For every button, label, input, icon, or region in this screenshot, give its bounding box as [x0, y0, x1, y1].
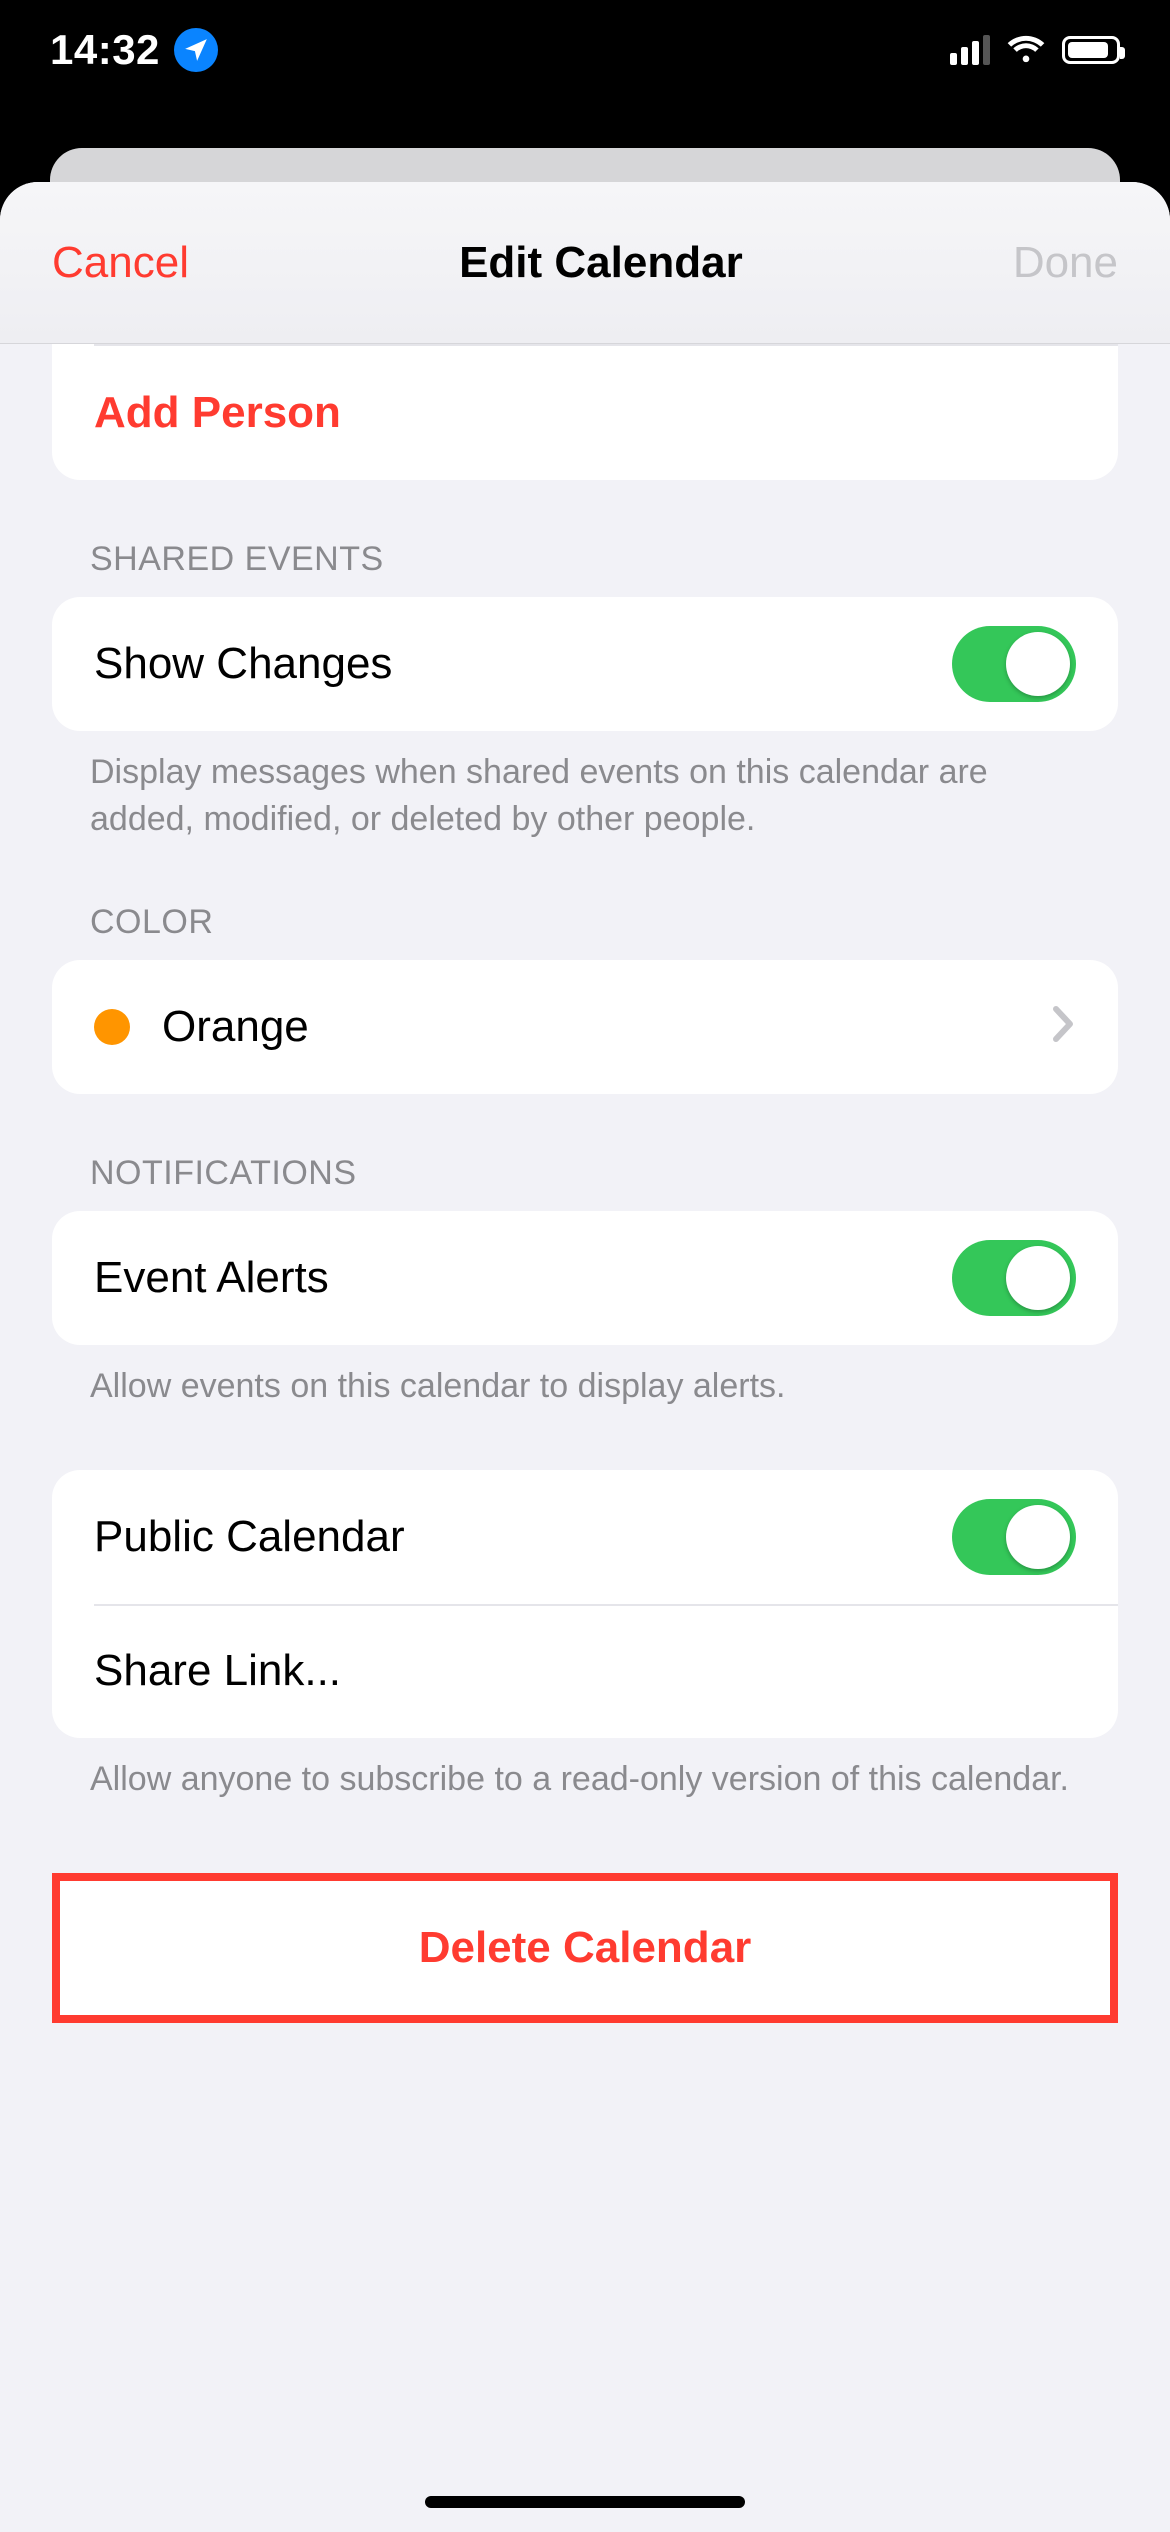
modal-content[interactable]: Add Person SHARED EVENTS Show Changes Di… — [0, 344, 1170, 2532]
battery-icon — [1062, 36, 1120, 64]
shared-events-header: SHARED EVENTS — [90, 540, 1118, 579]
event-alerts-label: Event Alerts — [94, 1253, 329, 1303]
show-changes-label: Show Changes — [94, 639, 392, 689]
delete-group: Delete Calendar — [60, 1881, 1110, 2015]
public-calendar-group: Public Calendar Share Link... — [52, 1470, 1118, 1738]
cellular-signal-icon — [950, 35, 990, 65]
status-time: 14:32 — [50, 26, 160, 74]
public-calendar-footer: Allow anyone to subscribe to a read-only… — [90, 1756, 1080, 1803]
delete-calendar-label: Delete Calendar — [419, 1923, 752, 1973]
add-person-row[interactable]: Add Person — [52, 346, 1118, 480]
color-dot-icon — [94, 1009, 130, 1045]
cancel-button[interactable]: Cancel — [52, 238, 189, 288]
public-calendar-toggle[interactable] — [952, 1499, 1076, 1575]
event-alerts-row[interactable]: Event Alerts — [52, 1211, 1118, 1345]
delete-calendar-row[interactable]: Delete Calendar — [60, 1881, 1110, 2015]
event-alerts-toggle[interactable] — [952, 1240, 1076, 1316]
status-right — [950, 33, 1120, 68]
shared-events-group: Show Changes — [52, 597, 1118, 731]
done-button[interactable]: Done — [1013, 238, 1118, 288]
share-link-label: Share Link... — [94, 1646, 341, 1696]
modal-header: Cancel Edit Calendar Done — [0, 182, 1170, 344]
share-link-row[interactable]: Share Link... — [52, 1604, 1118, 1738]
delete-highlight-box: Delete Calendar — [52, 1873, 1118, 2023]
status-left: 14:32 — [50, 26, 218, 74]
status-bar: 14:32 — [0, 0, 1170, 100]
notifications-group: Event Alerts — [52, 1211, 1118, 1345]
color-row[interactable]: Orange — [52, 960, 1118, 1094]
chevron-right-icon — [1052, 1005, 1076, 1048]
modal-title: Edit Calendar — [459, 238, 743, 288]
location-services-icon — [174, 28, 218, 72]
color-group: Orange — [52, 960, 1118, 1094]
public-calendar-label: Public Calendar — [94, 1512, 405, 1562]
color-header: COLOR — [90, 903, 1118, 942]
color-name: Orange — [162, 1002, 309, 1052]
add-person-label: Add Person — [94, 388, 341, 438]
home-indicator[interactable] — [425, 2496, 745, 2508]
notifications-header: NOTIFICATIONS — [90, 1154, 1118, 1193]
shared-events-footer: Display messages when shared events on t… — [90, 749, 1080, 843]
public-calendar-row[interactable]: Public Calendar — [52, 1470, 1118, 1604]
wifi-icon — [1006, 33, 1046, 68]
edit-calendar-modal: Cancel Edit Calendar Done Add Person SHA… — [0, 182, 1170, 2532]
shared-with-group: Add Person — [52, 344, 1118, 480]
show-changes-toggle[interactable] — [952, 626, 1076, 702]
notifications-footer: Allow events on this calendar to display… — [90, 1363, 1080, 1410]
show-changes-row[interactable]: Show Changes — [52, 597, 1118, 731]
